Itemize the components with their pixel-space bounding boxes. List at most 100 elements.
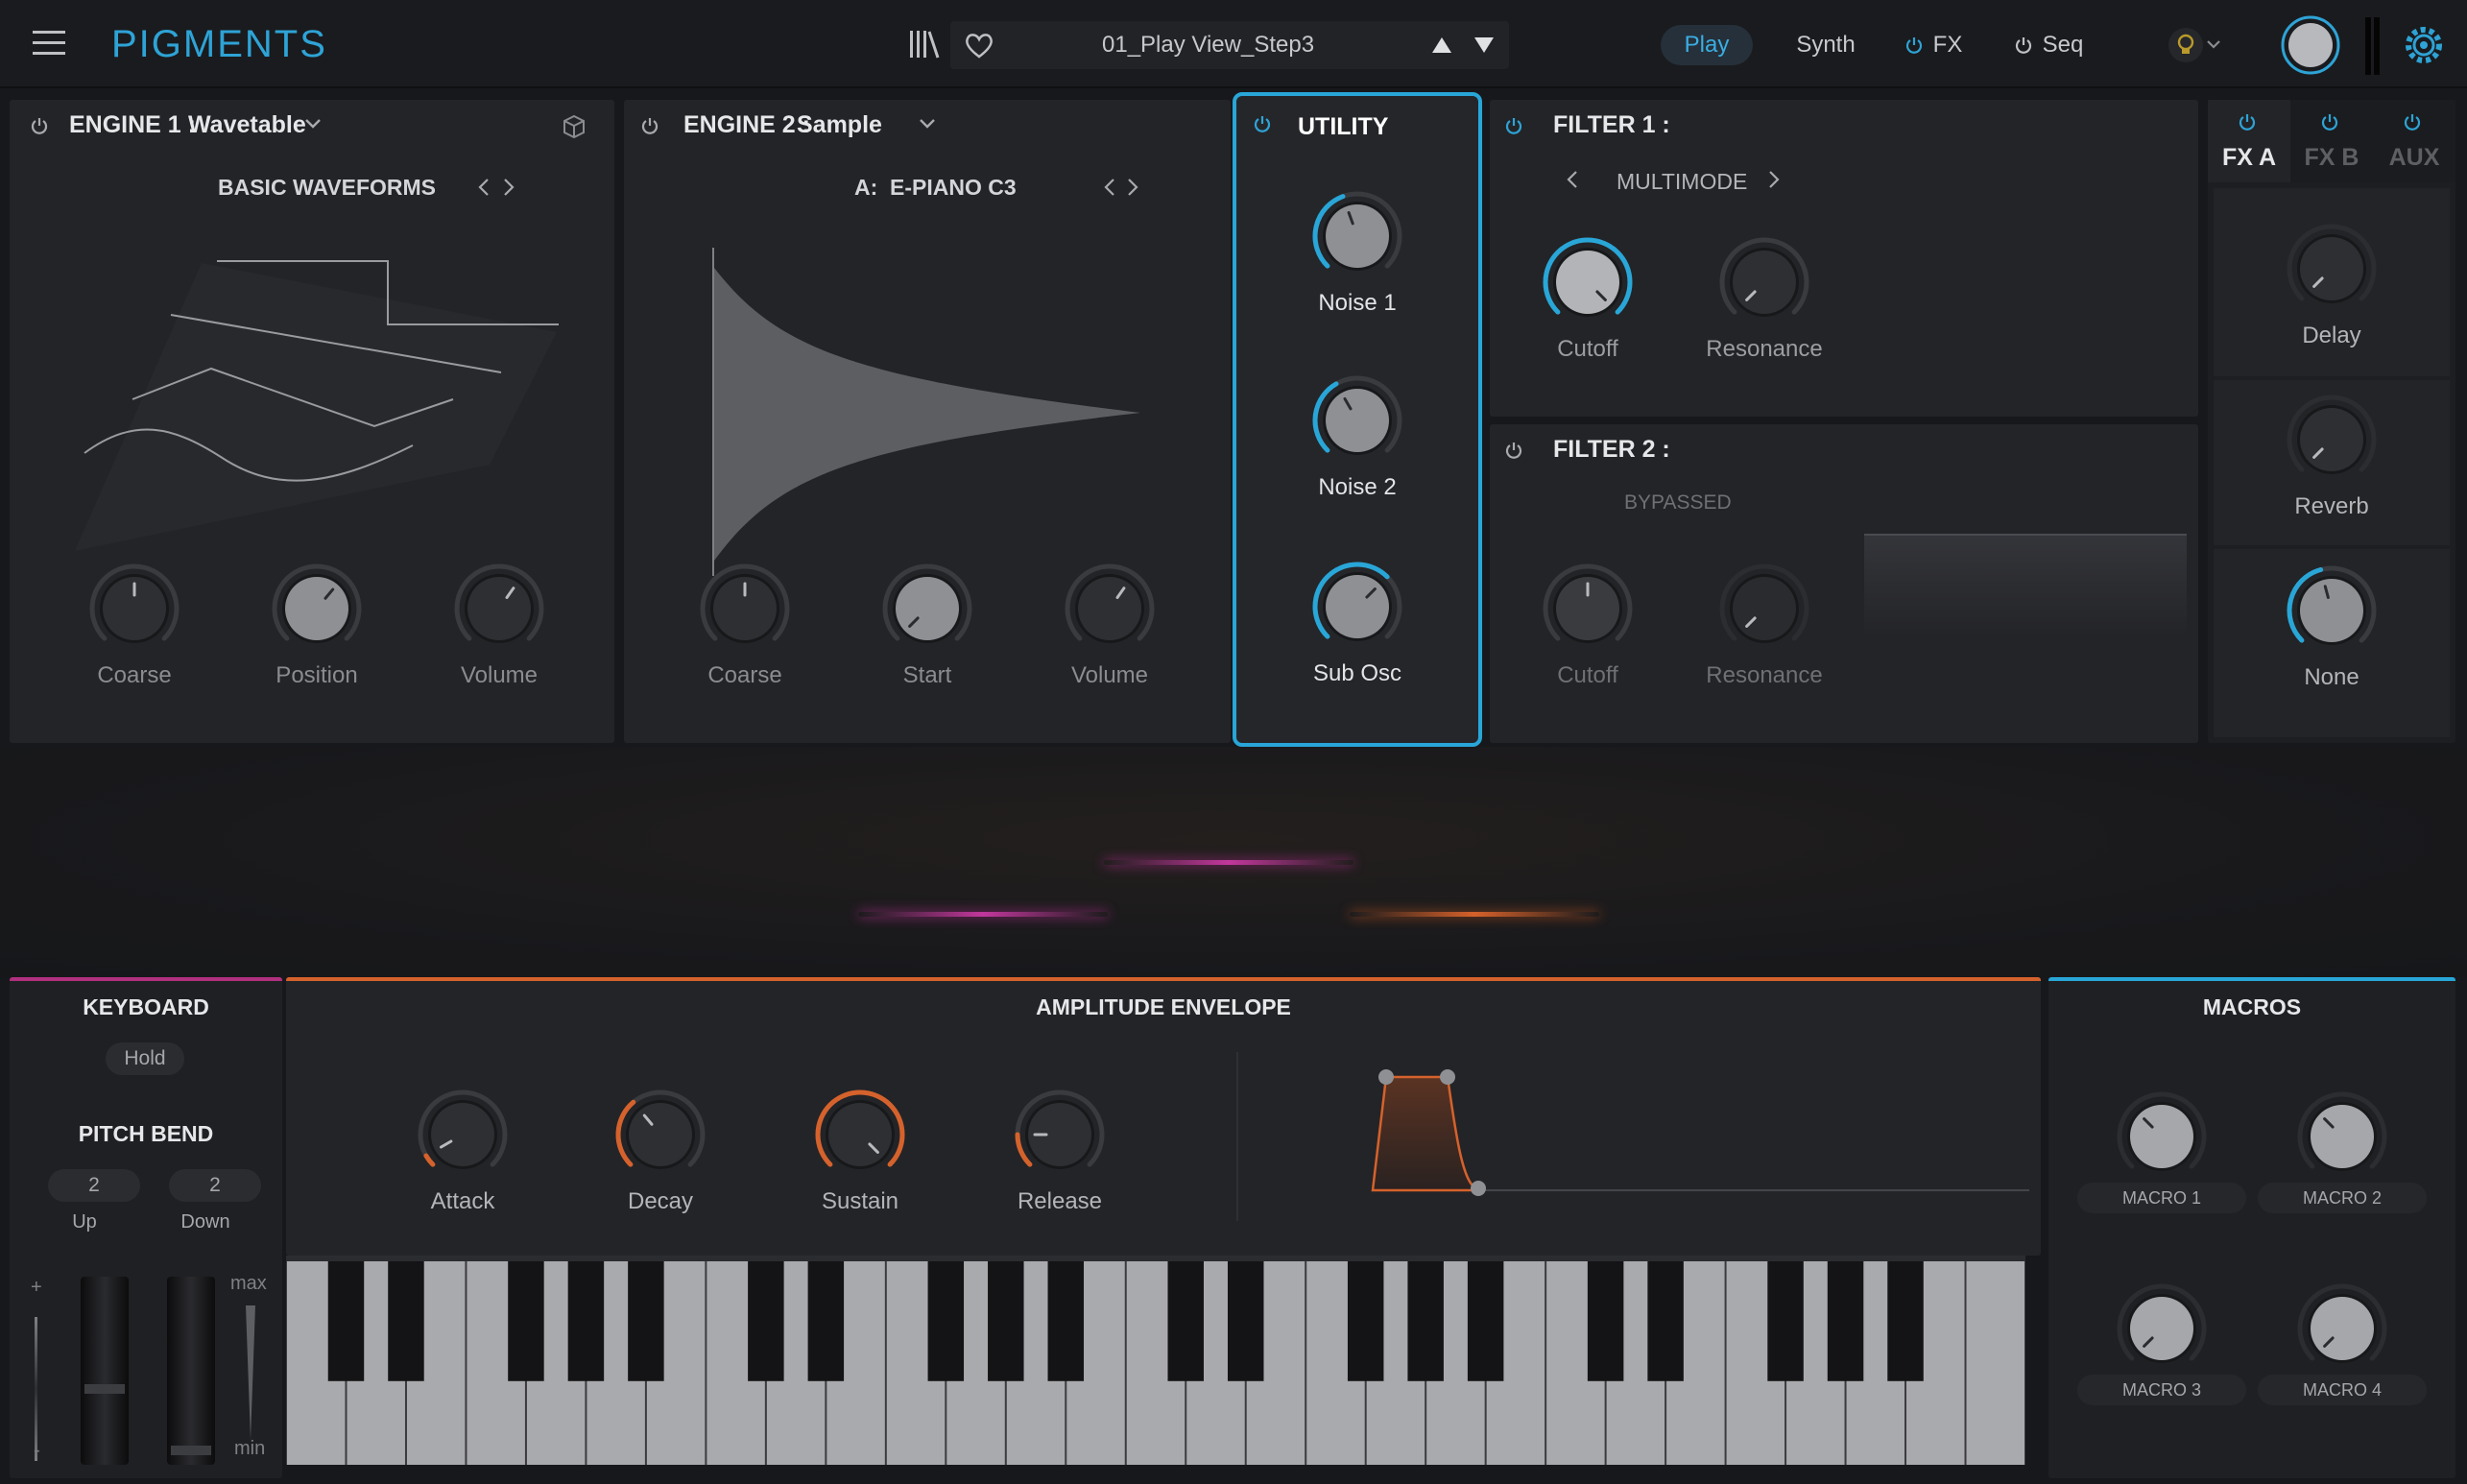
cube-icon[interactable] (561, 113, 587, 140)
black-key[interactable] (1827, 1256, 1864, 1381)
black-key[interactable] (1647, 1256, 1684, 1381)
black-key[interactable] (1347, 1256, 1384, 1381)
macro2-knob[interactable] (2294, 1089, 2390, 1185)
mod-wheel[interactable] (167, 1277, 215, 1465)
noise2-knob[interactable] (1309, 372, 1405, 468)
black-key[interactable] (807, 1256, 845, 1381)
engine2-type-chevron-down-icon[interactable] (918, 117, 937, 131)
piano-keys[interactable] (286, 1256, 2025, 1465)
black-key[interactable] (1407, 1256, 1444, 1381)
filter1-prev-icon[interactable] (1565, 169, 1580, 190)
engine1-type-chevron-down-icon[interactable] (303, 117, 323, 131)
macro3-label-pill[interactable]: MACRO 3 (2077, 1375, 2246, 1405)
mod-wheel-max-label: max (230, 1273, 267, 1294)
delay-knob[interactable] (2284, 221, 2380, 317)
black-key[interactable] (1587, 1256, 1624, 1381)
reverb-label: Reverb (2294, 493, 2369, 519)
black-key[interactable] (748, 1256, 784, 1381)
filter1-type[interactable]: MULTIMODE (1617, 169, 1747, 195)
black-key[interactable] (1167, 1256, 1204, 1381)
wavetable-prev-icon[interactable] (476, 177, 491, 198)
filter2-resonance-knob[interactable] (1716, 561, 1812, 657)
filter2-power-icon[interactable] (1497, 434, 1530, 467)
engine2-type-dropdown[interactable]: Sample (797, 111, 882, 139)
tab-play[interactable]: Play (1661, 25, 1753, 65)
pitch-bend-wheel[interactable] (81, 1277, 129, 1465)
utility-title: UTILITY (1298, 113, 1389, 140)
sustain-knob[interactable] (812, 1087, 908, 1183)
black-key[interactable] (508, 1256, 544, 1381)
tab-seq[interactable]: Seq (1997, 25, 2100, 65)
macro3-knob[interactable] (2114, 1281, 2210, 1376)
engine1-coarse-knob[interactable] (86, 561, 182, 657)
preset-previous-icon[interactable] (1430, 35, 1453, 56)
engine1-volume-knob[interactable] (451, 561, 547, 657)
engine2-power-icon[interactable] (634, 109, 666, 142)
black-key[interactable] (1887, 1256, 1924, 1381)
pitchbend-down-field[interactable]: 2 (169, 1169, 261, 1202)
filter2-cutoff-knob[interactable] (1540, 561, 1636, 657)
black-key[interactable] (1047, 1256, 1085, 1381)
engine2-start-knob[interactable] (879, 561, 975, 657)
decay-knob[interactable] (612, 1087, 708, 1183)
settings-gear-icon[interactable] (2404, 25, 2444, 65)
filter2-cutoff-label: Cutoff (1557, 662, 1618, 688)
menu-icon[interactable] (33, 29, 67, 58)
macro2-label-pill[interactable]: MACRO 2 (2258, 1183, 2427, 1213)
aux-power-icon[interactable] (2396, 106, 2429, 138)
black-key[interactable] (1227, 1256, 1264, 1381)
wavetable-next-icon[interactable] (501, 177, 516, 198)
visualizer-streak-magenta-bottom (858, 912, 1108, 917)
preset-name[interactable]: 01_Play View_Step3 (1102, 32, 1314, 59)
envelope-graph[interactable] (1367, 1054, 2039, 1227)
attack-knob[interactable] (415, 1087, 511, 1183)
white-key[interactable] (1966, 1256, 2024, 1465)
filter1-next-icon[interactable] (1766, 169, 1782, 190)
macro1-knob[interactable] (2114, 1089, 2210, 1185)
lightbulb-icon[interactable] (2168, 27, 2225, 63)
fxb-power-icon[interactable] (2313, 106, 2346, 138)
sample-prev-icon[interactable] (1102, 177, 1117, 198)
filter1-resonance-knob[interactable] (1716, 234, 1812, 330)
engine2-volume-knob[interactable] (1062, 561, 1158, 657)
tab-fx[interactable]: FX (1887, 25, 1979, 65)
release-knob[interactable] (1012, 1087, 1108, 1183)
filter1-cutoff-knob[interactable] (1540, 234, 1636, 330)
fx-none-knob[interactable] (2284, 562, 2380, 658)
black-key[interactable] (628, 1256, 664, 1381)
fxa-power-icon[interactable] (2231, 106, 2263, 138)
engine1-position-knob[interactable] (269, 561, 365, 657)
pitchbend-down-label: Down (180, 1211, 230, 1233)
tab-synth[interactable]: Synth (1780, 25, 1872, 65)
black-key[interactable] (327, 1256, 365, 1381)
filter1-power-icon[interactable] (1497, 109, 1530, 142)
engine2-coarse-knob[interactable] (697, 561, 793, 657)
macro1-label-pill[interactable]: MACRO 1 (2077, 1183, 2246, 1213)
black-key[interactable] (567, 1256, 605, 1381)
sample-next-icon[interactable] (1125, 177, 1140, 198)
utility-power-icon[interactable] (1246, 108, 1279, 140)
preset-next-icon[interactable] (1473, 35, 1496, 56)
library-icon[interactable] (908, 27, 941, 61)
pitchbend-up-field[interactable]: 2 (48, 1169, 140, 1202)
master-volume-knob[interactable] (2281, 15, 2340, 75)
macro4-knob[interactable] (2294, 1281, 2390, 1376)
noise1-knob[interactable] (1309, 188, 1405, 284)
heart-icon[interactable] (964, 31, 994, 60)
macro4-label-pill[interactable]: MACRO 4 (2258, 1375, 2427, 1405)
black-key[interactable] (988, 1256, 1024, 1381)
sustain-label: Sustain (821, 1188, 899, 1214)
filter2-type[interactable]: BYPASSED (1624, 491, 1732, 515)
black-key[interactable] (1767, 1256, 1804, 1381)
black-key[interactable] (388, 1256, 424, 1381)
black-key[interactable] (1467, 1256, 1504, 1381)
black-key[interactable] (927, 1256, 965, 1381)
envelope-title: AMPLITUDE ENVELOPE (1036, 994, 1291, 1019)
fx-power-icon (1905, 37, 1922, 54)
pitch-wheel-plus-label: + (31, 1277, 42, 1298)
engine1-type-dropdown[interactable]: Wavetable (188, 111, 306, 139)
hold-button[interactable]: Hold (106, 1042, 184, 1075)
reverb-knob[interactable] (2284, 392, 2380, 488)
subosc-knob[interactable] (1309, 559, 1405, 655)
engine1-power-icon[interactable] (23, 109, 56, 142)
